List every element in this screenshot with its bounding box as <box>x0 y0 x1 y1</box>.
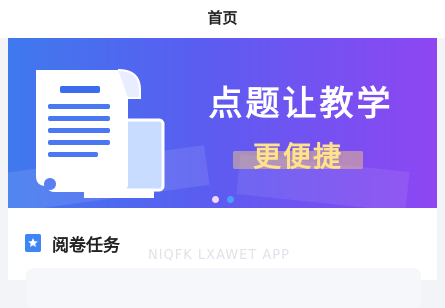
top-navigation-bar: 首页 <box>0 0 445 38</box>
carousel-dot[interactable] <box>226 196 234 203</box>
star-badge-icon <box>25 234 41 252</box>
carousel-indicator <box>8 188 437 207</box>
banner-subline: 更便捷 <box>252 140 343 173</box>
banner-headline: 点题让教学 <box>208 84 394 124</box>
section-title: 阅卷任务 <box>52 236 120 256</box>
document-scroll-icon <box>36 69 165 198</box>
grading-tasks-section: 阅卷任务 NIQFK LXAWET APP <box>8 208 437 308</box>
promo-banner[interactable]: 点题让教学 更便捷 <box>8 38 437 208</box>
watermark-text: NIQFK LXAWET APP <box>148 248 290 263</box>
task-card[interactable] <box>26 268 421 308</box>
page-title: 首页 <box>207 9 238 27</box>
carousel-dot-active[interactable] <box>211 196 219 203</box>
banner-subline-wrap: 更便捷 <box>233 135 363 173</box>
